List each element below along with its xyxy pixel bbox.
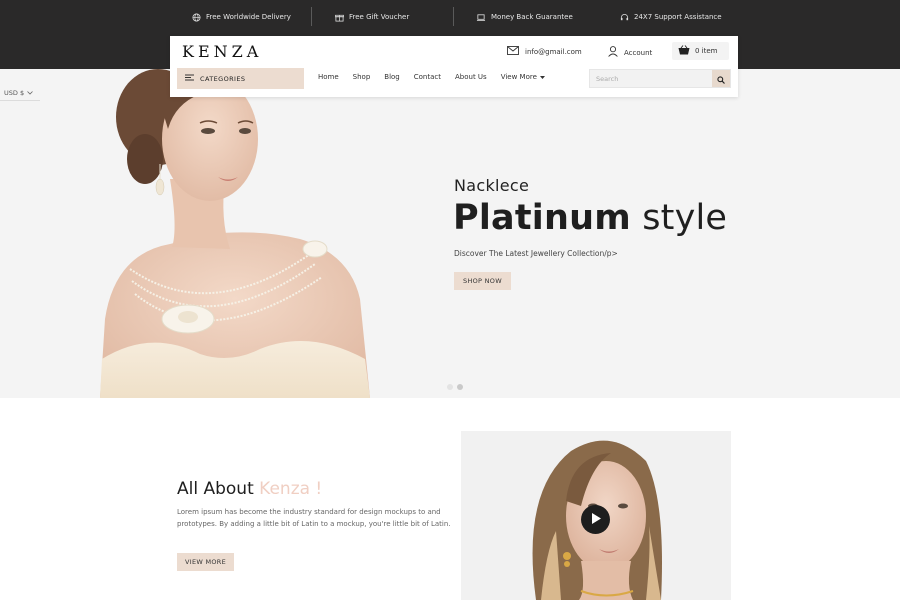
gift-icon bbox=[334, 12, 344, 22]
slider-pagination bbox=[447, 384, 463, 390]
feature-support: 24X7 Support Assistance bbox=[619, 11, 722, 23]
feature-label: 24X7 Support Assistance bbox=[634, 13, 722, 21]
currency-label: USD $ bbox=[4, 89, 25, 97]
site-header: KENZA info@gmail.com Account 0 item CATE… bbox=[170, 36, 738, 97]
search-button[interactable] bbox=[712, 70, 730, 87]
hero-slider: Nacklece Platinum style Discover The Lat… bbox=[0, 69, 900, 398]
nav-item-shop[interactable]: Shop bbox=[353, 73, 371, 81]
play-icon bbox=[590, 510, 602, 529]
categories-button[interactable]: CATEGORIES bbox=[177, 68, 304, 89]
search-input[interactable] bbox=[590, 70, 712, 87]
nav-label: Blog bbox=[384, 73, 400, 81]
globe-icon bbox=[191, 12, 201, 22]
feature-money-back: Money Back Guarantee bbox=[476, 11, 573, 23]
feature-label: Money Back Guarantee bbox=[491, 13, 573, 21]
play-video-button[interactable] bbox=[581, 505, 610, 534]
feature-label: Free Worldwide Delivery bbox=[206, 13, 291, 21]
about-title-accent: Kenza ! bbox=[259, 479, 323, 499]
nav-item-home[interactable]: Home bbox=[318, 73, 339, 81]
cart-count-label: 0 item bbox=[695, 47, 718, 55]
user-icon bbox=[608, 46, 618, 59]
hero-model-image bbox=[100, 69, 370, 398]
slider-dot-2[interactable] bbox=[457, 384, 463, 390]
basket-icon bbox=[678, 45, 690, 57]
view-more-button[interactable]: VIEW MORE bbox=[177, 553, 234, 571]
menu-lines-icon bbox=[185, 74, 194, 83]
divider bbox=[311, 7, 312, 26]
shop-now-button[interactable]: SHOP NOW bbox=[454, 272, 511, 290]
nav-label: Contact bbox=[413, 73, 441, 81]
nav-item-view-more[interactable]: View More bbox=[501, 73, 545, 81]
hero-title-light: style bbox=[642, 198, 728, 238]
main-navigation: Home Shop Blog Contact About Us View Mor… bbox=[318, 73, 559, 81]
cart-button[interactable]: 0 item bbox=[672, 42, 729, 60]
about-description: Lorem ipsum has become the industry stan… bbox=[177, 508, 451, 528]
feature-label: Free Gift Voucher bbox=[349, 13, 410, 21]
caret-down-icon bbox=[539, 73, 545, 81]
nav-label: About Us bbox=[455, 73, 487, 81]
account-label: Account bbox=[624, 48, 653, 57]
feature-free-delivery: Free Worldwide Delivery bbox=[191, 11, 291, 23]
hero-title: Platinum style bbox=[453, 198, 727, 238]
nav-item-about-us[interactable]: About Us bbox=[455, 73, 487, 81]
about-title-main: All About bbox=[177, 479, 254, 499]
categories-label: CATEGORIES bbox=[200, 74, 246, 83]
chevron-down-icon bbox=[27, 89, 33, 97]
nav-item-contact[interactable]: Contact bbox=[414, 73, 441, 81]
mail-icon bbox=[507, 46, 519, 57]
nav-label: Home bbox=[318, 73, 339, 81]
divider bbox=[453, 7, 454, 26]
header-email[interactable]: info@gmail.com bbox=[507, 46, 582, 57]
search-icon bbox=[717, 69, 725, 88]
nav-label: View More bbox=[500, 73, 537, 81]
hero-title-bold: Platinum bbox=[453, 198, 631, 238]
feature-gift-voucher: Free Gift Voucher bbox=[334, 11, 409, 23]
search-bar bbox=[589, 69, 731, 88]
nav-item-blog[interactable]: Blog bbox=[384, 73, 399, 81]
currency-selector[interactable]: USD $ bbox=[0, 86, 40, 101]
account-link[interactable]: Account bbox=[608, 46, 652, 59]
headset-icon bbox=[619, 12, 629, 22]
laptop-icon bbox=[476, 12, 486, 22]
hero-description: Discover The Latest Jewellery Collection… bbox=[454, 249, 618, 258]
about-title: All About Kenza ! bbox=[177, 479, 322, 499]
email-text: info@gmail.com bbox=[525, 47, 582, 56]
site-logo[interactable]: KENZA bbox=[182, 42, 262, 61]
nav-label: Shop bbox=[352, 73, 371, 81]
hero-subtitle: Nacklece bbox=[454, 176, 530, 195]
slider-dot-1[interactable] bbox=[447, 384, 453, 390]
